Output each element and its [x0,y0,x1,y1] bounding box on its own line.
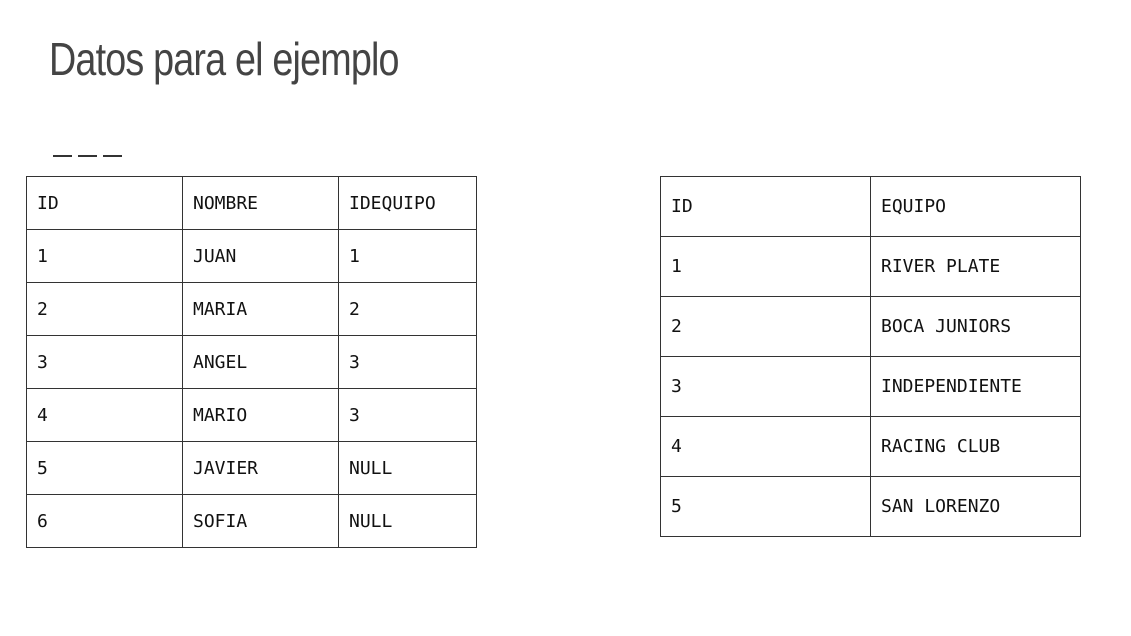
table-row: 2 MARIA 2 [26,282,477,336]
table-cell: 3 [26,335,183,389]
dash [53,155,72,157]
header-cell: ID [660,176,871,237]
table-row: 2 BOCA JUNIORS [660,296,1081,357]
table-cell: RACING CLUB [870,416,1081,477]
table-header-row: ID NOMBRE IDEQUIPO [26,176,477,230]
header-cell: IDEQUIPO [338,176,477,230]
table-cell: MARIA [182,282,339,336]
table-cell: BOCA JUNIORS [870,296,1081,357]
dash [78,155,97,157]
table-row: 6 SOFIA NULL [26,494,477,548]
table-row: 4 RACING CLUB [660,416,1081,477]
dash [103,155,122,157]
table-cell: 1 [660,236,871,297]
table-cell: 2 [660,296,871,357]
table-cell: 5 [26,441,183,495]
table-row: 3 ANGEL 3 [26,335,477,389]
header-cell: NOMBRE [182,176,339,230]
personas-table: ID NOMBRE IDEQUIPO 1 JUAN 1 2 MARIA 2 3 … [26,176,477,548]
table-cell: SOFIA [182,494,339,548]
table-cell: INDEPENDIENTE [870,356,1081,417]
table-cell: 3 [338,335,477,389]
table-cell: NULL [338,494,477,548]
table-cell: 1 [338,229,477,283]
table-cell: NULL [338,441,477,495]
page-title: Datos para el ejemplo [49,33,400,85]
table-row: 1 RIVER PLATE [660,236,1081,297]
title-underline-decoration [53,155,122,157]
table-cell: 5 [660,476,871,537]
table-cell: 2 [26,282,183,336]
table-cell: JUAN [182,229,339,283]
table-cell: 4 [26,388,183,442]
table-cell: 4 [660,416,871,477]
table-cell: JAVIER [182,441,339,495]
table-row: 4 MARIO 3 [26,388,477,442]
table-cell: MARIO [182,388,339,442]
table-row: 3 INDEPENDIENTE [660,356,1081,417]
header-cell: EQUIPO [870,176,1081,237]
table-cell: 3 [338,388,477,442]
table-row: 5 SAN LORENZO [660,476,1081,537]
equipos-table: ID EQUIPO 1 RIVER PLATE 2 BOCA JUNIORS 3… [660,176,1081,537]
table-cell: 6 [26,494,183,548]
table-cell: SAN LORENZO [870,476,1081,537]
table-cell: RIVER PLATE [870,236,1081,297]
table-cell: ANGEL [182,335,339,389]
table-header-row: ID EQUIPO [660,176,1081,237]
table-cell: 1 [26,229,183,283]
table-row: 5 JAVIER NULL [26,441,477,495]
header-cell: ID [26,176,183,230]
table-cell: 2 [338,282,477,336]
table-cell: 3 [660,356,871,417]
table-row: 1 JUAN 1 [26,229,477,283]
